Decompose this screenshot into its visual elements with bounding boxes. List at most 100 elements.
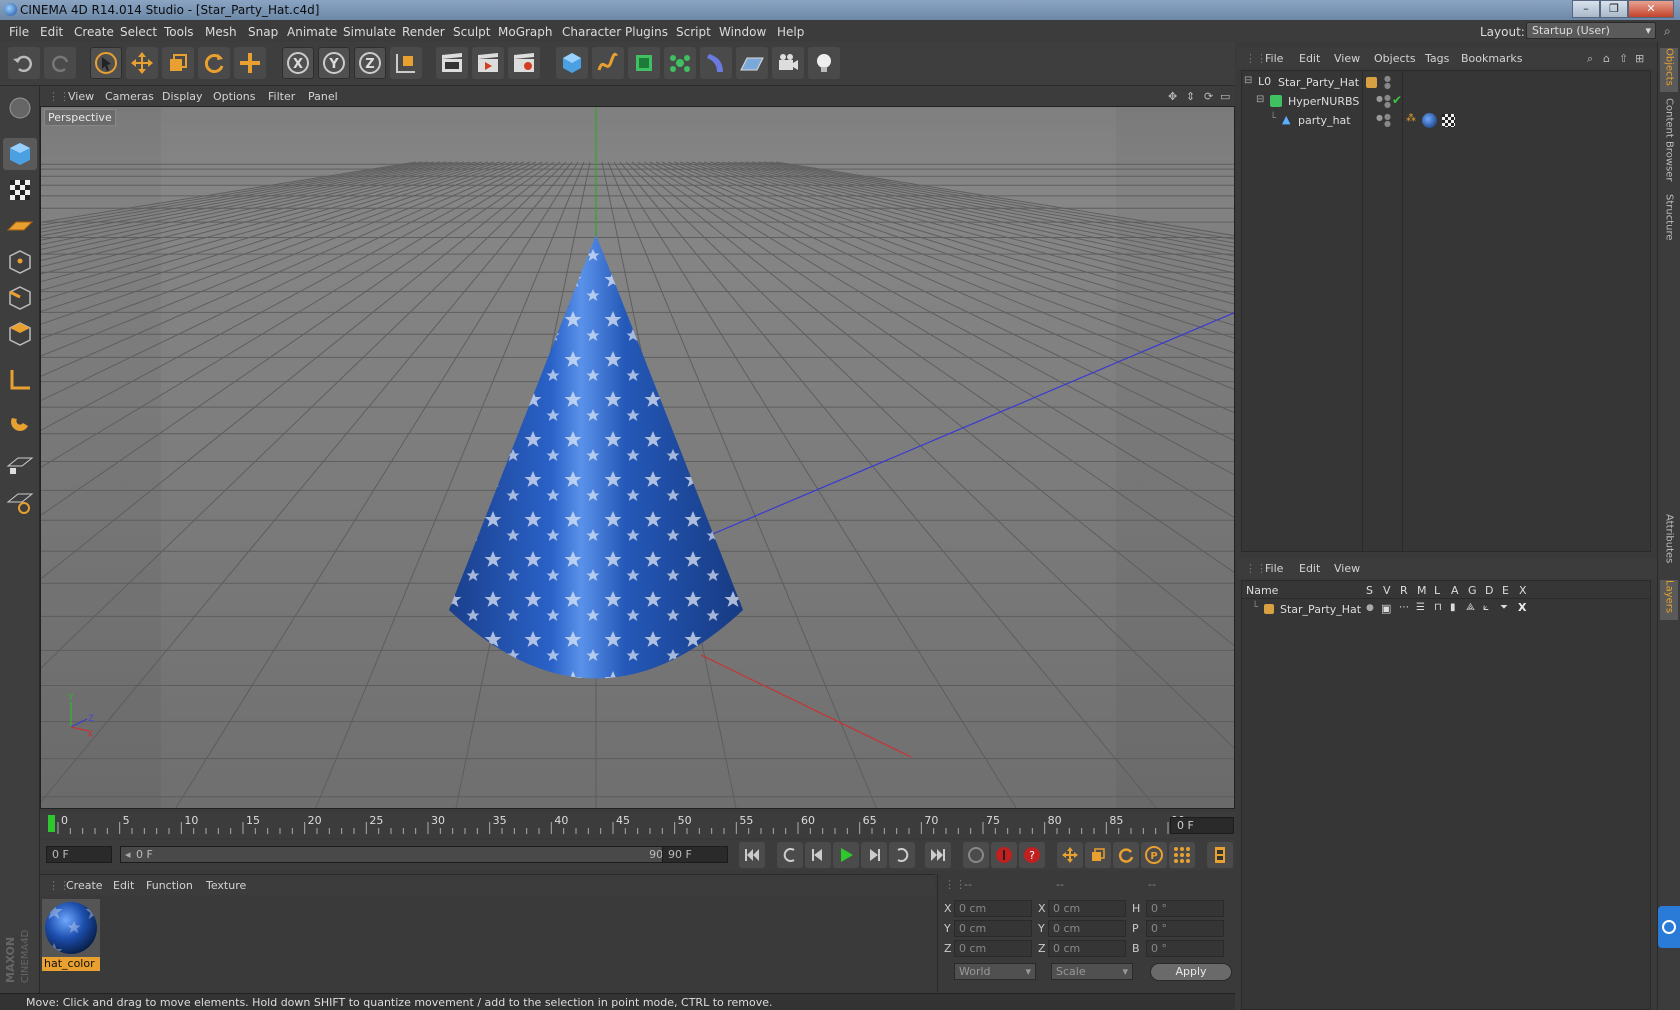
deformer-button[interactable] bbox=[700, 47, 732, 79]
nurbs-button[interactable] bbox=[628, 47, 660, 79]
layer-col-locked[interactable]: L bbox=[1434, 584, 1440, 597]
layer-col-render[interactable]: R bbox=[1400, 584, 1408, 597]
menu-character[interactable]: Character bbox=[562, 25, 621, 39]
points-mode-button[interactable] bbox=[3, 246, 37, 278]
layer-col-xref[interactable]: X bbox=[1519, 584, 1527, 597]
home-icon[interactable]: ⌂ bbox=[1603, 52, 1610, 65]
keyframe-selection-button[interactable]: ? bbox=[1019, 842, 1045, 868]
visibility-dot-icon[interactable]: ● bbox=[1376, 113, 1383, 122]
visibility-dot-icon[interactable]: ● bbox=[1376, 94, 1383, 103]
collapse-toggle-icon[interactable]: ⊟ bbox=[1256, 94, 1264, 105]
snap-button[interactable] bbox=[3, 408, 37, 440]
camera-object-button[interactable] bbox=[772, 47, 804, 79]
viewport-rotate-icon[interactable]: ⟳ bbox=[1204, 90, 1213, 103]
viewport-menu-panel[interactable]: Panel bbox=[308, 90, 338, 103]
tree-row-hypernurbs[interactable]: ⊟ HyperNURBS ● ● ● ✔ bbox=[1242, 92, 1650, 111]
start-frame-field[interactable]: 0 F bbox=[46, 846, 112, 863]
rotate-tool-button[interactable] bbox=[198, 47, 230, 79]
menu-mesh[interactable]: Mesh bbox=[205, 25, 237, 39]
object-menu-objects[interactable]: Objects bbox=[1374, 52, 1416, 65]
animation-icon[interactable]: ▮ bbox=[1450, 602, 1456, 613]
play-button[interactable] bbox=[833, 842, 859, 868]
spline-pen-button[interactable] bbox=[592, 47, 624, 79]
layer-col-animation[interactable]: A bbox=[1451, 584, 1459, 597]
menu-render[interactable]: Render bbox=[402, 25, 445, 39]
minimize-button[interactable]: – bbox=[1572, 0, 1600, 18]
generator-icon[interactable]: ⟁ bbox=[1466, 602, 1475, 613]
material-menu-function[interactable]: Function bbox=[146, 879, 193, 892]
render-icon[interactable]: ⋯ bbox=[1399, 602, 1409, 613]
up-arrow-icon[interactable]: ⇧ bbox=[1619, 52, 1628, 65]
viewport-menu-cameras[interactable]: Cameras bbox=[105, 90, 154, 103]
menu-file[interactable]: File bbox=[9, 25, 29, 39]
size-mode-dropdown[interactable]: Scale ▾ bbox=[1051, 963, 1133, 980]
locked-workplane-button[interactable] bbox=[3, 450, 37, 482]
perspective-viewport[interactable]: Y Z X Perspective bbox=[40, 106, 1235, 809]
pos-x-field[interactable]: 0 cm bbox=[954, 900, 1032, 917]
object-menu-tags[interactable]: Tags bbox=[1425, 52, 1449, 65]
floor-object-button[interactable] bbox=[736, 47, 768, 79]
object-menu-view[interactable]: View bbox=[1334, 52, 1360, 65]
end-frame-field[interactable]: 90 F bbox=[662, 846, 728, 863]
menu-edit[interactable]: Edit bbox=[40, 25, 63, 39]
tab-content-browser[interactable]: Content Browser bbox=[1660, 98, 1678, 188]
menu-simulate[interactable]: Simulate bbox=[343, 25, 396, 39]
size-y-field[interactable]: 0 cm bbox=[1048, 920, 1126, 937]
move-tool-button[interactable] bbox=[126, 47, 158, 79]
y-axis-lock-button[interactable]: Y bbox=[318, 47, 350, 79]
current-frame-field[interactable]: 0 F bbox=[1170, 817, 1234, 834]
material-menu-edit[interactable]: Edit bbox=[113, 879, 134, 892]
key-position-button[interactable] bbox=[1057, 842, 1083, 868]
key-rotation-button[interactable] bbox=[1113, 842, 1139, 868]
undo-button[interactable] bbox=[8, 47, 40, 79]
menu-window[interactable]: Window bbox=[719, 25, 766, 39]
object-menu-bookmarks[interactable]: Bookmarks bbox=[1461, 52, 1522, 65]
viewport-menu-options[interactable]: Options bbox=[213, 90, 255, 103]
layer-menu-file[interactable]: File bbox=[1265, 562, 1283, 575]
timeline-window-button[interactable] bbox=[1207, 842, 1233, 868]
axis-mode-button[interactable] bbox=[3, 364, 37, 396]
menu-tools[interactable]: Tools bbox=[164, 25, 194, 39]
layer-col-expressions[interactable]: E bbox=[1502, 584, 1509, 597]
planar-workplane-button[interactable] bbox=[3, 486, 37, 518]
new-window-icon[interactable]: ⊞ bbox=[1635, 52, 1644, 65]
make-editable-button[interactable] bbox=[3, 92, 37, 124]
menu-select[interactable]: Select bbox=[120, 25, 157, 39]
object-menu-file[interactable]: File bbox=[1265, 52, 1283, 65]
tab-attributes[interactable]: Attributes bbox=[1660, 514, 1678, 574]
render-settings-button[interactable] bbox=[508, 47, 540, 79]
visibility-dots-icon[interactable]: ● ● bbox=[1384, 113, 1391, 128]
apply-button[interactable]: Apply bbox=[1150, 963, 1232, 981]
viewport-zoom-icon[interactable]: ⇕ bbox=[1186, 90, 1195, 103]
menu-sculpt[interactable]: Sculpt bbox=[453, 25, 490, 39]
phong-tag-icon[interactable]: ⁂ bbox=[1406, 113, 1416, 124]
tree-row-party-hat[interactable]: └ ▲ party_hat ● ● ● ⁂ bbox=[1242, 111, 1650, 130]
mograph-cloner-button[interactable] bbox=[664, 47, 696, 79]
material-menu-texture[interactable]: Texture bbox=[206, 879, 246, 892]
search-icon[interactable]: ⌕ bbox=[1587, 52, 1593, 66]
viewport-menu-view[interactable]: View bbox=[68, 90, 94, 103]
layer-color-swatch[interactable] bbox=[1366, 77, 1377, 88]
visibility-dots-icon[interactable]: ● ● bbox=[1384, 94, 1391, 109]
layer-row[interactable]: └ Star_Party_Hat ● ▣ ⋯ ☰ ⊓ ▮ ⟁ ⟀ ⏷ X bbox=[1242, 600, 1650, 618]
workplane-mode-button[interactable] bbox=[3, 210, 37, 242]
pos-z-field[interactable]: 0 cm bbox=[954, 940, 1032, 957]
redo-button[interactable] bbox=[44, 47, 76, 79]
x-axis-lock-button[interactable]: X bbox=[282, 47, 314, 79]
next-key-button[interactable] bbox=[889, 842, 915, 868]
layout-dropdown[interactable]: Startup (User) ▾ bbox=[1526, 22, 1656, 39]
size-x-field[interactable]: 0 cm bbox=[1048, 900, 1126, 917]
light-object-button[interactable] bbox=[808, 47, 840, 79]
drag-handle-icon[interactable]: ⋮⋮ bbox=[944, 878, 966, 891]
layer-menu-edit[interactable]: Edit bbox=[1299, 562, 1320, 575]
menu-plugins[interactable]: Plugins bbox=[625, 25, 668, 39]
record-keys-button[interactable] bbox=[963, 842, 989, 868]
layer-col-solo[interactable]: S bbox=[1366, 584, 1373, 597]
menu-create[interactable]: Create bbox=[74, 25, 114, 39]
z-axis-lock-button[interactable]: Z bbox=[354, 47, 386, 79]
menu-help[interactable]: Help bbox=[777, 25, 804, 39]
key-parameter-button[interactable]: P bbox=[1141, 842, 1167, 868]
polygons-mode-button[interactable] bbox=[3, 318, 37, 350]
rot-h-field[interactable]: 0 ° bbox=[1146, 900, 1224, 917]
search-icon[interactable]: ⌕ bbox=[1664, 24, 1671, 39]
